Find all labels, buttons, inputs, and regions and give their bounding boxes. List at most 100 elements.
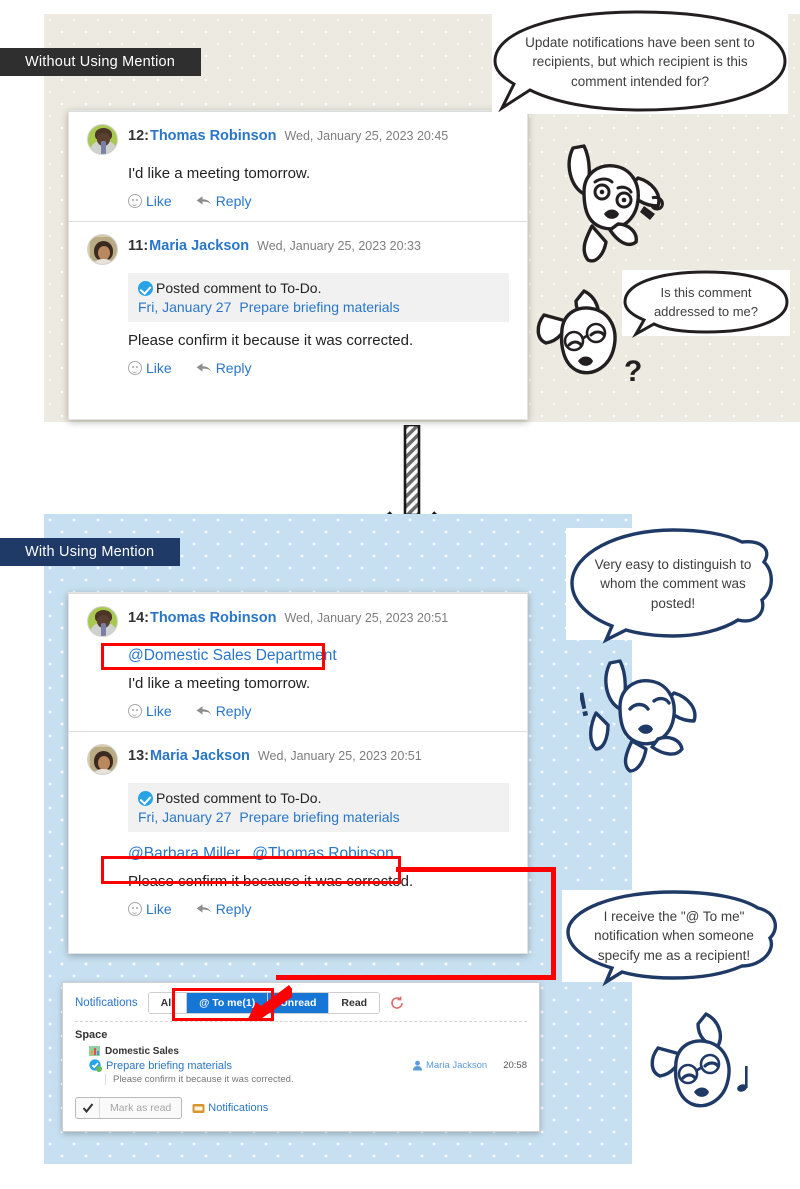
mark-as-read-label: Mark as read — [110, 1102, 172, 1114]
like-button[interactable]: Like — [128, 901, 172, 917]
smiley-icon — [128, 902, 142, 916]
callout-connector-horizontal-lower — [276, 975, 556, 980]
comment-item: 13:Maria Jackson Wed, January 25, 2023 20… — [69, 731, 527, 929]
speech-bubble-to-me-notification: I receive the "@ To me" notification whe… — [562, 890, 786, 987]
reply-button[interactable]: Reply — [196, 703, 252, 719]
comment-body: I'd like a meeting tomorrow. Like Reply — [128, 155, 509, 215]
quoted-todo-detail: Fri, January 27 Prepare briefing material… — [138, 809, 499, 825]
speech-bubble-text: Is this comment addressed to me? — [653, 285, 759, 319]
refresh-icon[interactable] — [390, 996, 404, 1010]
notification-item-time: 20:58 — [503, 1060, 527, 1071]
notifications-body: Space Domestic Sales Prepare briefing ma… — [63, 1022, 539, 1089]
comment-timestamp: Wed, January 25, 2023 20:33 — [257, 239, 421, 253]
checkmark-icon — [76, 1098, 100, 1118]
svg-text:?: ? — [624, 355, 642, 388]
comment-item: 11:Maria Jackson Wed, January 25, 2023 20… — [69, 221, 527, 388]
comment-meta: 12:Thomas Robinson Wed, January 25, 2023 … — [128, 124, 448, 144]
reply-arrow-icon — [196, 196, 211, 205]
callout-connector-horizontal — [396, 867, 556, 872]
smiley-icon — [128, 361, 142, 375]
comment-author[interactable]: Thomas Robinson — [150, 128, 276, 144]
quoted-todo-title: Posted comment to To-Do. — [156, 790, 322, 806]
comment-number: 12: — [128, 128, 149, 144]
like-label: Like — [146, 360, 172, 376]
notification-space-name: Domestic Sales — [105, 1045, 179, 1057]
banner-with-mention-label: With Using Mention — [25, 544, 155, 560]
mention-links: @Barbara Miller @Thomas Robinson — [128, 832, 509, 863]
kangaroo-character-happy — [650, 1012, 748, 1108]
comment-body: Posted comment to To-Do. Fri, January 27… — [128, 273, 509, 382]
notification-space-row: Domestic Sales — [89, 1045, 527, 1057]
comment-item: 14:Thomas Robinson Wed, January 25, 2023 … — [69, 593, 527, 731]
like-label: Like — [146, 901, 172, 917]
like-button[interactable]: Like — [128, 193, 172, 209]
callout-connector-vertical — [551, 867, 556, 980]
reply-label: Reply — [215, 901, 252, 917]
notifications-title[interactable]: Notifications — [75, 997, 138, 1009]
comment-text: I'd like a meeting tomorrow. — [128, 675, 311, 692]
like-button[interactable]: Like — [128, 360, 172, 376]
mailbox-icon — [192, 1103, 205, 1113]
reply-button[interactable]: Reply — [196, 360, 252, 376]
reply-button[interactable]: Reply — [196, 901, 252, 917]
comment-item: 12:Thomas Robinson Wed, January 25, 2023 … — [69, 111, 527, 221]
notifications-panel: Notifications All @ To me(1) Unread Read… — [62, 982, 540, 1132]
tab-read[interactable]: Read — [329, 993, 380, 1013]
notification-item-row: Prepare briefing materials Maria Jackson… — [89, 1059, 527, 1072]
comment-card-without-mention: 12:Thomas Robinson Wed, January 25, 2023 … — [68, 110, 528, 420]
avatar — [87, 124, 118, 155]
notification-item-meta: Maria Jackson 20:58 — [412, 1060, 527, 1071]
comment-number: 13: — [128, 748, 149, 764]
speech-bubble-text: Update notifications have been sent to r… — [525, 34, 755, 89]
smiley-icon — [128, 194, 142, 208]
quoted-todo-detail: Fri, January 27 Prepare briefing material… — [138, 299, 499, 315]
speech-bubble-text: I receive the "@ To me" notification whe… — [594, 908, 754, 963]
quoted-todo: Posted comment to To-Do. Fri, January 27… — [128, 273, 509, 322]
quoted-todo-title: Posted comment to To-Do. — [156, 280, 322, 296]
avatar — [87, 744, 118, 775]
comment-timestamp: Wed, January 25, 2023 20:51 — [257, 749, 422, 763]
mention-link-thomas[interactable]: @Thomas Robinson — [252, 845, 394, 862]
mark-as-read-button[interactable]: Mark as read — [75, 1097, 183, 1119]
comment-author[interactable]: Thomas Robinson — [150, 610, 276, 626]
comment-header: 12:Thomas Robinson Wed, January 25, 2023 … — [87, 124, 509, 155]
quoted-todo-date[interactable]: Fri, January 27 — [138, 299, 231, 315]
comment-header: 13:Maria Jackson Wed, January 25, 2023 20… — [87, 744, 509, 775]
like-button[interactable]: Like — [128, 703, 172, 719]
avatar — [87, 234, 118, 265]
quoted-todo: Posted comment to To-Do. Fri, January 27… — [128, 783, 509, 832]
reply-label: Reply — [215, 360, 252, 376]
notification-item-user[interactable]: Maria Jackson — [426, 1060, 487, 1071]
comment-author[interactable]: Maria Jackson — [150, 748, 250, 764]
smiley-icon — [128, 704, 142, 718]
comment-actions: Like Reply — [128, 892, 509, 923]
tab-all[interactable]: All — [148, 993, 188, 1013]
quoted-todo-task[interactable]: Prepare briefing materials — [239, 299, 399, 315]
red-pointer-arrow — [248, 985, 292, 1021]
reply-label: Reply — [215, 193, 252, 209]
comment-number: 14: — [128, 610, 149, 626]
like-label: Like — [146, 193, 172, 209]
avatar — [87, 606, 118, 637]
reply-label: Reply — [215, 703, 252, 719]
notifications-footer-link[interactable]: Notifications — [192, 1102, 268, 1114]
reply-button[interactable]: Reply — [196, 193, 252, 209]
comment-meta: 14:Thomas Robinson Wed, January 25, 2023 … — [128, 606, 448, 626]
notification-item-preview: Please confirm it because it was correct… — [105, 1074, 527, 1085]
notifications-footer-link-label: Notifications — [208, 1102, 269, 1114]
speech-bubble-text: Very easy to distinguish to whom the com… — [594, 556, 752, 611]
kangaroo-character-confused — [567, 144, 664, 263]
reply-arrow-icon — [196, 904, 211, 913]
reply-arrow-icon — [196, 706, 211, 715]
comment-header: 14:Thomas Robinson Wed, January 25, 2023 … — [87, 606, 509, 637]
comment-actions: Like Reply — [128, 184, 509, 215]
mention-link-barbara[interactable]: @Barbara Miller — [128, 845, 240, 862]
reply-arrow-icon — [196, 363, 211, 372]
comment-body: @Domestic Sales Department I'd like a me… — [128, 637, 509, 725]
quoted-todo-date[interactable]: Fri, January 27 — [138, 809, 231, 825]
mention-link[interactable]: @Domestic Sales Department — [128, 637, 509, 665]
comment-author[interactable]: Maria Jackson — [149, 238, 249, 254]
comment-text: Please confirm it because it was correct… — [128, 332, 414, 349]
notification-item-title[interactable]: Prepare briefing materials — [106, 1060, 232, 1072]
quoted-todo-task[interactable]: Prepare briefing materials — [239, 809, 399, 825]
